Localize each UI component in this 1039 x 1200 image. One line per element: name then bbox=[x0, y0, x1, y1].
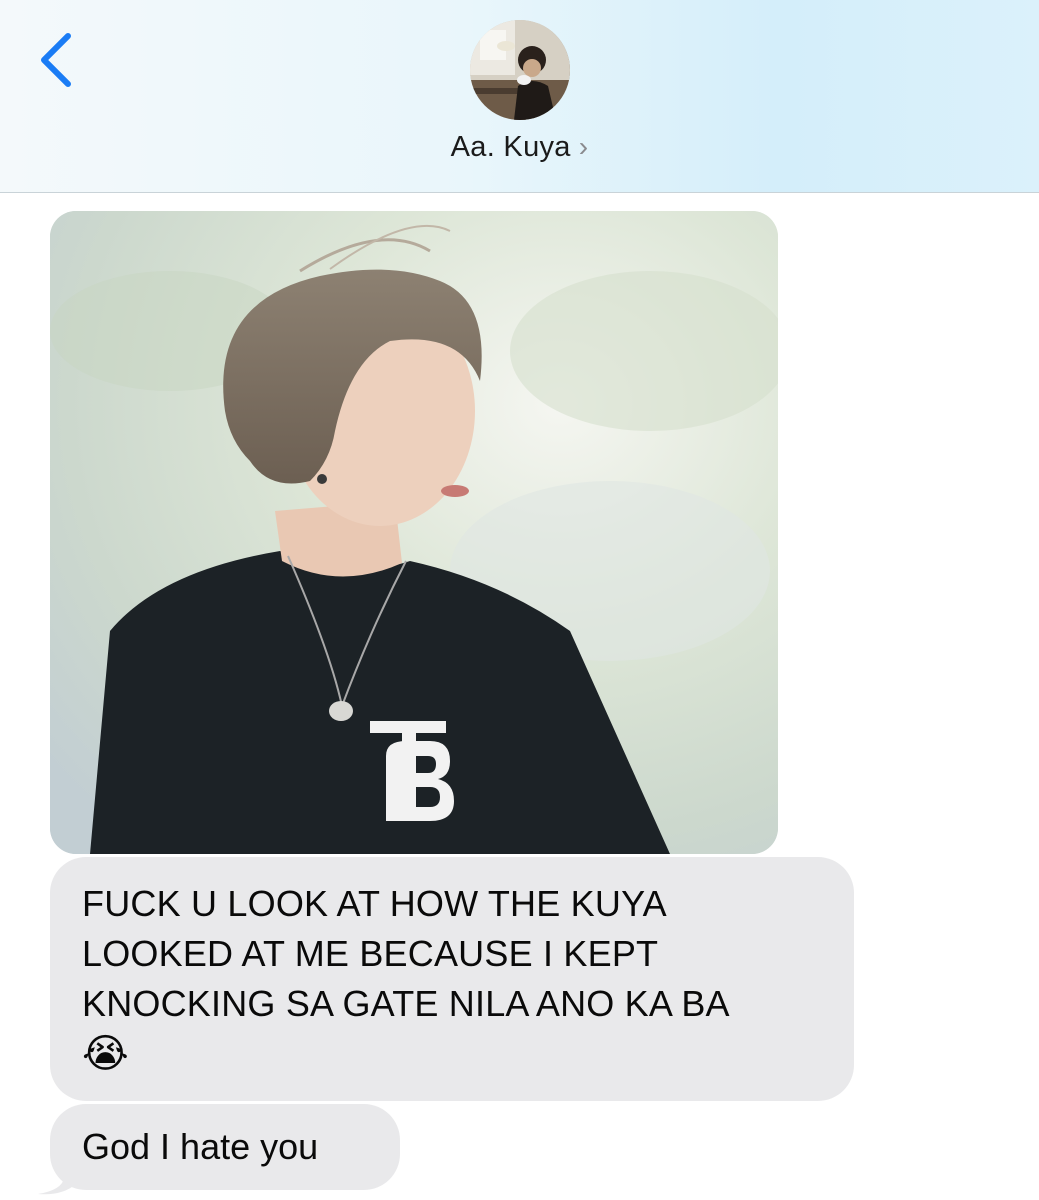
message-text: FUCK U LOOK AT HOW THE KUYA LOOKED AT ME… bbox=[82, 883, 730, 1024]
back-button[interactable] bbox=[28, 30, 88, 90]
message-bubble-received[interactable]: God I hate you bbox=[50, 1104, 400, 1190]
message-text: God I hate you bbox=[82, 1126, 319, 1167]
message-emoji: 😭 bbox=[82, 1032, 129, 1076]
message-bubble-received[interactable]: FUCK U LOOK AT HOW THE KUYA LOOKED AT ME… bbox=[50, 857, 854, 1101]
conversation-header: Aa. Kuya › bbox=[0, 0, 1039, 193]
messages-screen: Aa. Kuya › FUCK U LOOK AT HOW THE KUYA L… bbox=[0, 0, 1039, 1200]
chevron-right-icon: › bbox=[578, 131, 589, 162]
chevron-left-icon bbox=[41, 33, 71, 87]
contact-name: Aa. Kuya bbox=[450, 131, 571, 163]
bubble-tail bbox=[38, 1160, 76, 1195]
contact-avatar[interactable] bbox=[470, 20, 570, 120]
photo-message[interactable] bbox=[50, 211, 778, 854]
contact-name-button[interactable]: Aa. Kuya › bbox=[0, 131, 1039, 164]
